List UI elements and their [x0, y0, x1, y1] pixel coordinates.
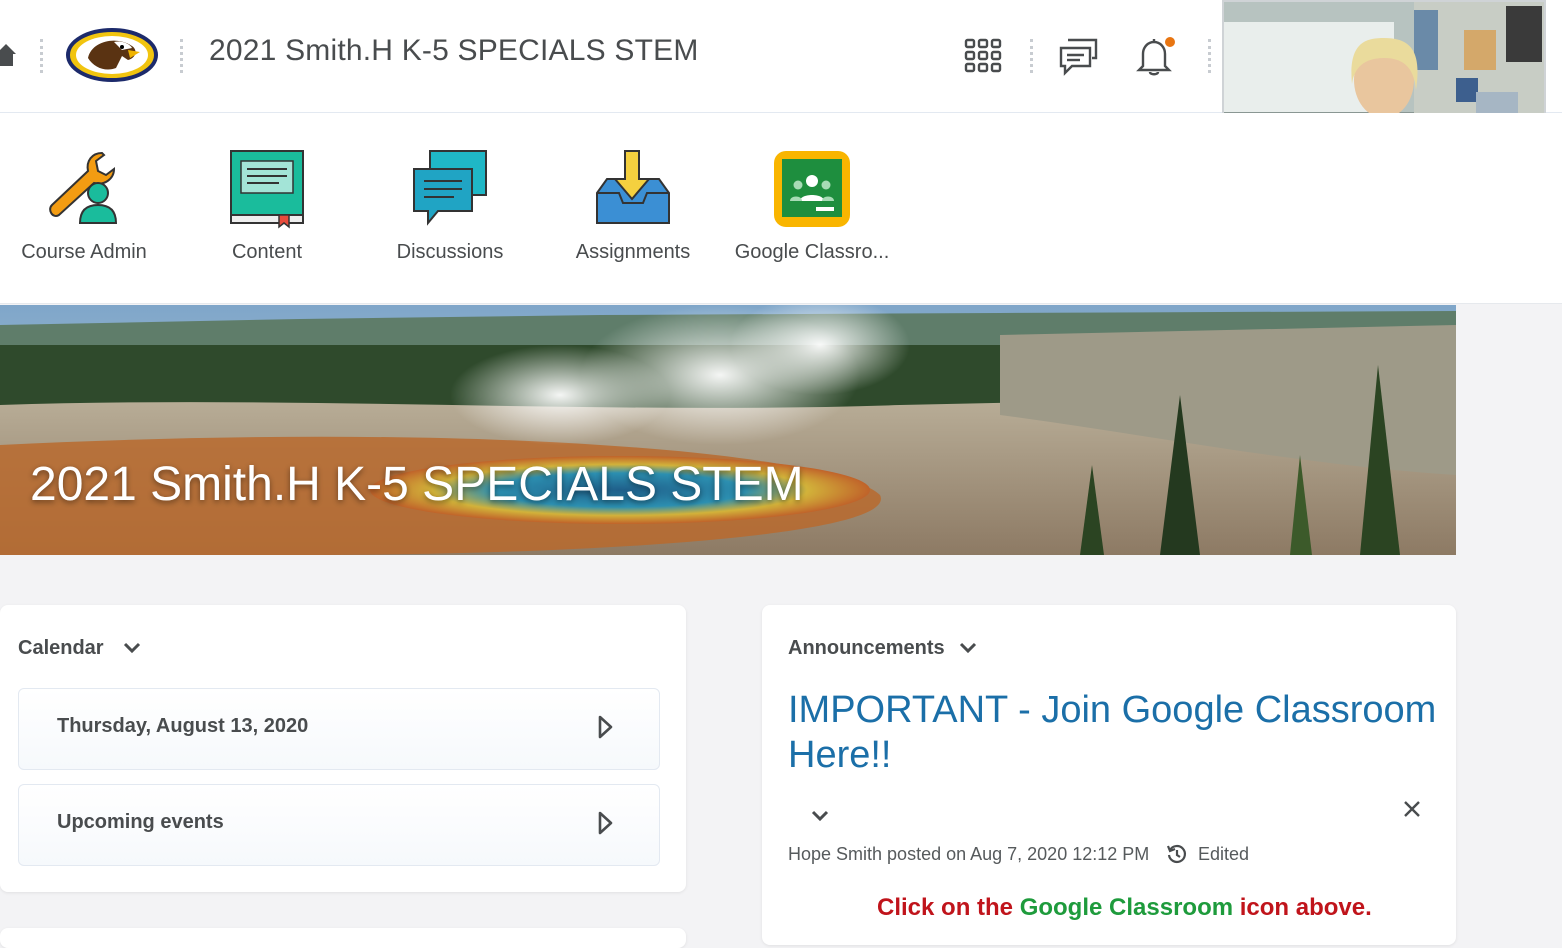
triangle-right-icon[interactable] [597, 811, 613, 840]
nav-content[interactable]: Content [177, 113, 357, 303]
announcement-meta: Hope Smith posted on Aug 7, 2020 12:12 P… [788, 844, 1150, 864]
google-classroom-icon [772, 149, 852, 229]
nav-discussions[interactable]: Discussions [360, 113, 540, 303]
course-navbar: Course Admin Content Discussions Assignm… [0, 113, 1562, 304]
nav-label: Content [231, 241, 303, 263]
discussions-icon [410, 149, 490, 229]
banner-title: 2021 Smith.H K-5 SPECIALS STEM [30, 458, 804, 511]
divider [40, 39, 47, 73]
triangle-right-icon[interactable] [597, 715, 613, 744]
edited-label: Edited [1198, 844, 1250, 864]
divider [1030, 39, 1037, 73]
announcement-body: Click on the Google Classroom icon above… [877, 894, 1372, 921]
banner-image [0, 305, 1456, 555]
announcements-title: Announcements [788, 637, 945, 659]
home-icon[interactable] [0, 42, 16, 73]
nav-course-admin[interactable]: Course Admin [0, 113, 174, 303]
course-admin-icon [44, 149, 124, 229]
notification-dot [1163, 35, 1177, 49]
calendar-upcoming-row[interactable]: Upcoming events [18, 784, 660, 866]
nav-label: Google Classro... [734, 241, 890, 263]
calendar-widget: Calendar Thursday, August 13, 2020 Upcom… [0, 605, 686, 892]
calendar-date-row[interactable]: Thursday, August 13, 2020 [18, 688, 660, 770]
calendar-upcoming-label: Upcoming events [57, 811, 224, 833]
nav-label: Discussions [396, 241, 504, 263]
divider [180, 39, 187, 73]
announcement-title-link[interactable]: IMPORTANT - Join Google Classroom Here!! [788, 688, 1448, 778]
chevron-down-icon[interactable] [958, 641, 978, 660]
close-icon[interactable] [1402, 799, 1422, 824]
calendar-title: Calendar [18, 637, 104, 659]
divider [1208, 39, 1215, 73]
content-book-icon [227, 149, 307, 229]
history-icon [1166, 843, 1188, 870]
course-banner: 2021 Smith.H K-5 SPECIALS STEM [0, 305, 1456, 555]
calendar-date-label: Thursday, August 13, 2020 [57, 715, 309, 737]
chevron-down-icon[interactable] [810, 809, 830, 828]
next-widget [0, 928, 686, 948]
chevron-down-icon[interactable] [122, 641, 142, 660]
nav-label: Assignments [575, 241, 691, 263]
app-grid-icon[interactable] [964, 38, 1002, 79]
nav-assignments[interactable]: Assignments [543, 113, 723, 303]
assignments-inbox-icon [593, 149, 673, 229]
nav-google-classroom[interactable]: Google Classro... [722, 113, 902, 303]
eagle-logo[interactable] [66, 28, 158, 87]
course-title[interactable]: 2021 Smith.H K-5 SPECIALS STEM [209, 34, 699, 68]
nav-label: Course Admin [21, 241, 147, 263]
chat-icon[interactable] [1058, 36, 1100, 81]
